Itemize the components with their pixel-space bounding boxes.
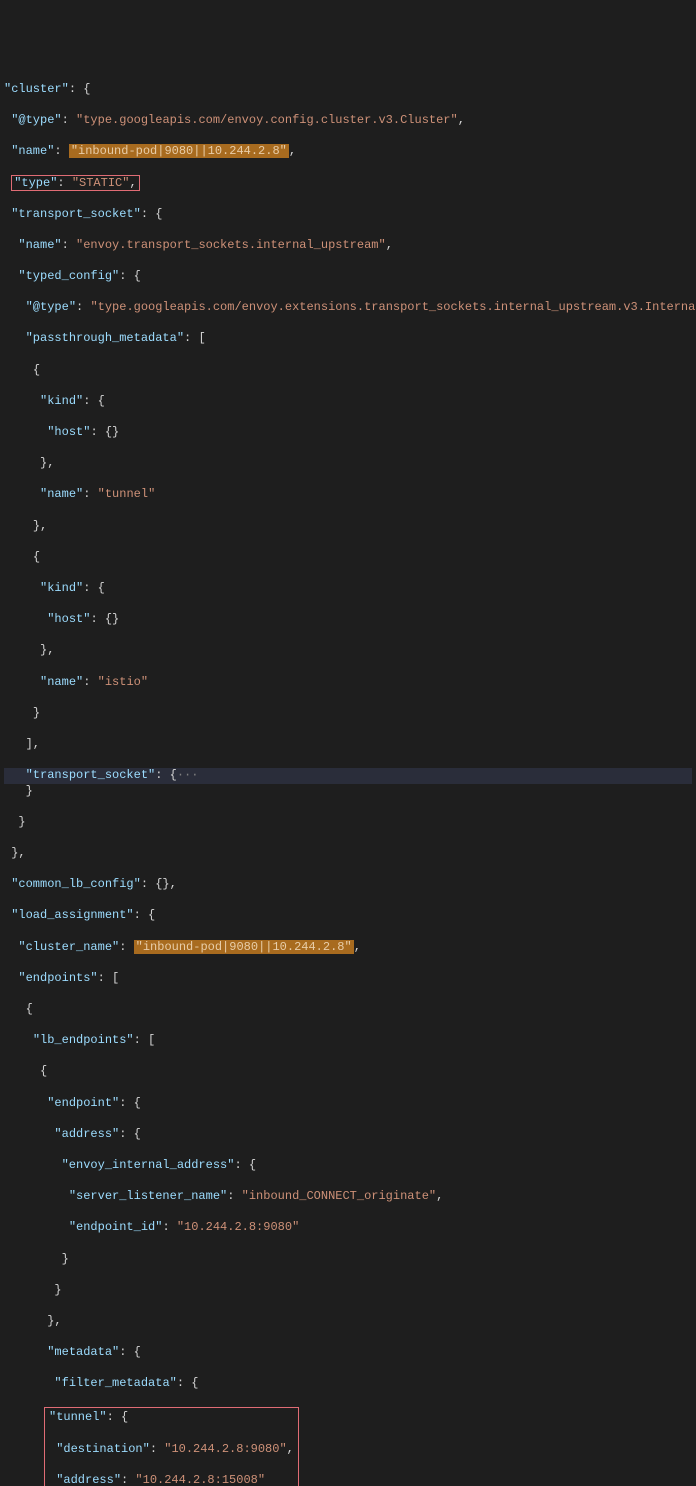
code-line: "common_lb_config": {}, <box>4 877 692 893</box>
selected-line[interactable]: "transport_socket": {··· <box>4 768 692 784</box>
code-line: "cluster": { <box>4 82 692 98</box>
code-line: }, <box>4 846 692 862</box>
code-line: } <box>4 1252 692 1268</box>
code-line: "envoy_internal_address": { <box>4 1158 692 1174</box>
cluster-type-url: type.googleapis.com/envoy.config.cluster… <box>83 113 450 127</box>
code-line: { <box>4 363 692 379</box>
code-line: }, <box>4 1314 692 1330</box>
code-line: "metadata": { <box>4 1345 692 1361</box>
code-line: "name": "envoy.transport_sockets.interna… <box>4 238 692 254</box>
code-line: "name": "istio" <box>4 675 692 691</box>
code-line: }, <box>4 519 692 535</box>
code-line: ], <box>4 737 692 753</box>
json-editor[interactable]: "cluster": { "@type": "type.googleapis.c… <box>0 62 696 1486</box>
code-line: "kind": { <box>4 581 692 597</box>
code-line: "kind": { <box>4 394 692 410</box>
tunnel-redbox: "tunnel": { "destination": "10.244.2.8:9… <box>44 1407 299 1486</box>
type-redbox: "type": "STATIC", <box>11 175 139 191</box>
code-line: "name": "tunnel" <box>4 487 692 503</box>
code-line: { <box>4 550 692 566</box>
code-line: "tunnel": { <box>49 1410 294 1426</box>
code-line: "host": {} <box>4 425 692 441</box>
code-line: "passthrough_metadata": [ <box>4 331 692 347</box>
code-line: "filter_metadata": { <box>4 1376 692 1392</box>
code-line: "address": { <box>4 1127 692 1143</box>
code-line: "type": "STATIC", <box>4 176 692 192</box>
code-line: }, <box>4 643 692 659</box>
code-line: "lb_endpoints": [ <box>4 1033 692 1049</box>
cluster-name-highlight2: "inbound-pod|9080||10.244.2.8" <box>134 940 354 954</box>
code-line: } <box>4 1283 692 1299</box>
code-line: "transport_socket": { <box>4 207 692 223</box>
code-line: "@type": "type.googleapis.com/envoy.conf… <box>4 113 692 129</box>
code-line: "server_listener_name": "inbound_CONNECT… <box>4 1189 692 1205</box>
code-line: "destination": "10.244.2.8:9080", <box>49 1442 294 1458</box>
code-line: }, <box>4 456 692 472</box>
fold-ellipsis-icon[interactable]: ··· <box>177 768 199 782</box>
code-line: "endpoint": { <box>4 1096 692 1112</box>
code-line: "cluster_name": "inbound-pod|9080||10.24… <box>4 940 692 956</box>
code-line: "load_assignment": { <box>4 908 692 924</box>
code-line: "endpoint_id": "10.244.2.8:9080" <box>4 1220 692 1236</box>
code-line: "name": "inbound-pod|9080||10.244.2.8", <box>4 144 692 160</box>
code-line: "address": "10.244.2.8:15008" <box>49 1473 294 1486</box>
code-line: { <box>4 1002 692 1018</box>
code-line: "endpoints": [ <box>4 971 692 987</box>
code-line: "typed_config": { <box>4 269 692 285</box>
code-line: "host": {} <box>4 612 692 628</box>
code-line: } <box>4 784 692 800</box>
code-line: "@type": "type.googleapis.com/envoy.exte… <box>4 300 692 316</box>
code-line: } <box>4 815 692 831</box>
code-line: } <box>4 706 692 722</box>
code-line: { <box>4 1064 692 1080</box>
cluster-name-highlight: "inbound-pod|9080||10.244.2.8" <box>69 144 289 158</box>
